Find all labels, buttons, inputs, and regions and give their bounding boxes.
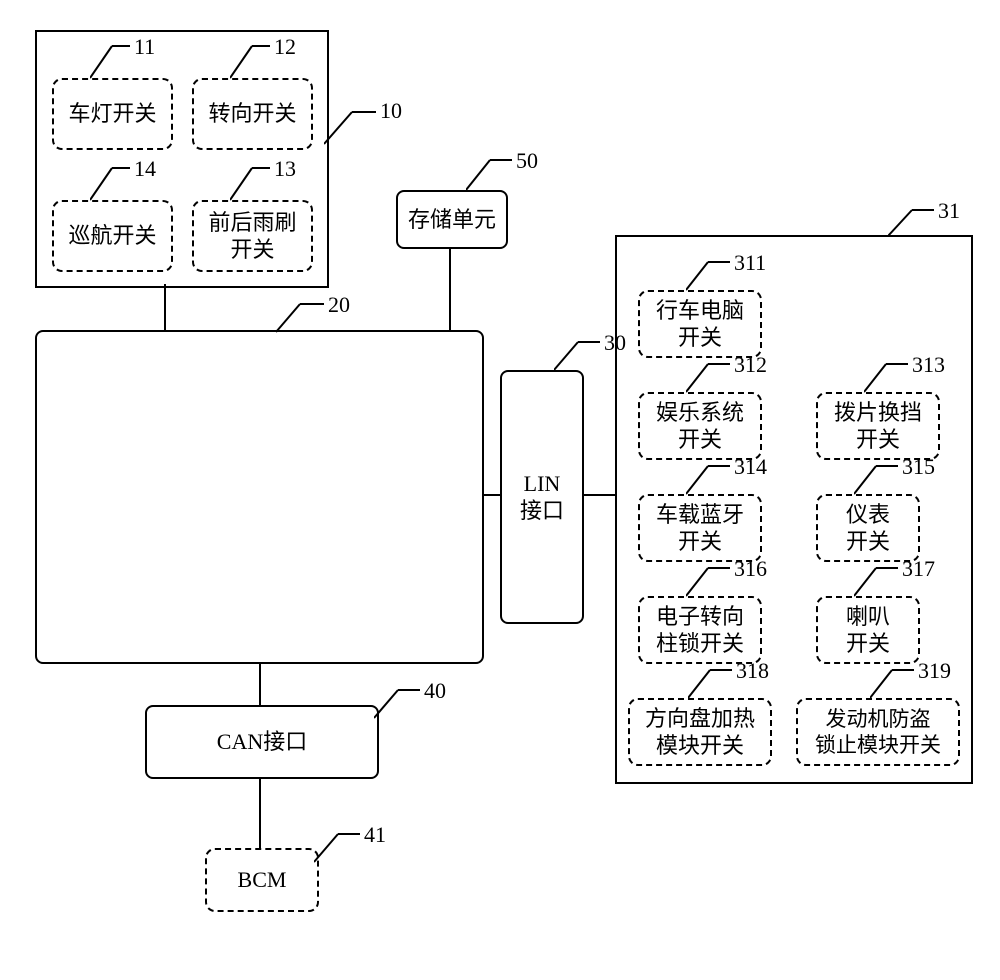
ref-318: 318 <box>736 660 769 682</box>
box-13-label: 前后雨刷 开关 <box>208 209 296 264</box>
box-50-label: 存储单元 <box>408 206 496 234</box>
box-312-label: 娱乐系统 开关 <box>656 399 744 454</box>
box-317: 喇叭 开关 <box>816 596 920 664</box>
box-50: 存储单元 <box>396 190 508 249</box>
ref-14: 14 <box>134 158 156 180</box>
box-41-label: BCM <box>238 866 287 894</box>
ref-50: 50 <box>516 150 538 172</box>
lead-10 <box>324 108 376 146</box>
ref-13: 13 <box>274 158 296 180</box>
box-40: CAN接口 <box>145 705 379 779</box>
box-313-label: 拨片换挡 开关 <box>834 399 922 454</box>
ref-10: 10 <box>380 100 402 122</box>
box-30: LIN 接口 <box>500 370 584 624</box>
box-20 <box>35 330 484 664</box>
box-314-label: 车载蓝牙 开关 <box>656 501 744 556</box>
ref-12: 12 <box>274 36 296 58</box>
box-11-label: 车灯开关 <box>68 100 156 128</box>
ref-313: 313 <box>912 354 945 376</box>
ref-31: 31 <box>938 200 960 222</box>
ref-311: 311 <box>734 252 766 274</box>
lead-40 <box>374 686 420 720</box>
diagram-root: 车灯开关 转向开关 巡航开关 前后雨刷 开关 11 12 14 13 10 存储… <box>0 0 1000 980</box>
box-313: 拨片换挡 开关 <box>816 392 940 460</box>
box-316: 电子转向 柱锁开关 <box>638 596 762 664</box>
ref-41: 41 <box>364 824 386 846</box>
lead-20 <box>276 300 324 334</box>
box-319: 发动机防盗 锁止模块开关 <box>796 698 960 766</box>
ref-312: 312 <box>734 354 767 376</box>
ref-11: 11 <box>134 36 155 58</box>
box-316-label: 电子转向 柱锁开关 <box>656 603 744 658</box>
ref-319: 319 <box>918 660 951 682</box>
box-318-label: 方向盘加热 模块开关 <box>645 705 755 760</box>
box-319-label: 发动机防盗 锁止模块开关 <box>815 706 941 759</box>
box-14-label: 巡航开关 <box>68 222 156 250</box>
ref-315: 315 <box>902 456 935 478</box>
ref-314: 314 <box>734 456 767 478</box>
box-315-label: 仪表 开关 <box>846 501 890 556</box>
box-11: 车灯开关 <box>52 78 173 150</box>
box-40-label: CAN接口 <box>217 728 307 756</box>
box-12: 转向开关 <box>192 78 313 150</box>
ref-316: 316 <box>734 558 767 580</box>
box-317-label: 喇叭 开关 <box>846 603 890 658</box>
box-318: 方向盘加热 模块开关 <box>628 698 772 766</box>
box-14: 巡航开关 <box>52 200 173 272</box>
box-12-label: 转向开关 <box>208 100 296 128</box>
box-314: 车载蓝牙 开关 <box>638 494 762 562</box>
box-312: 娱乐系统 开关 <box>638 392 762 460</box>
lead-30 <box>554 338 600 372</box>
box-315: 仪表 开关 <box>816 494 920 562</box>
box-41: BCM <box>205 848 319 912</box>
box-311-label: 行车电脑 开关 <box>656 297 744 352</box>
ref-317: 317 <box>902 558 935 580</box>
ref-40: 40 <box>424 680 446 702</box>
lead-41 <box>314 830 360 864</box>
box-311: 行车电脑 开关 <box>638 290 762 358</box>
box-30-label: LIN 接口 <box>520 470 564 525</box>
lead-31 <box>888 206 934 238</box>
ref-20: 20 <box>328 294 350 316</box>
box-13: 前后雨刷 开关 <box>192 200 313 272</box>
lead-50 <box>466 156 512 192</box>
